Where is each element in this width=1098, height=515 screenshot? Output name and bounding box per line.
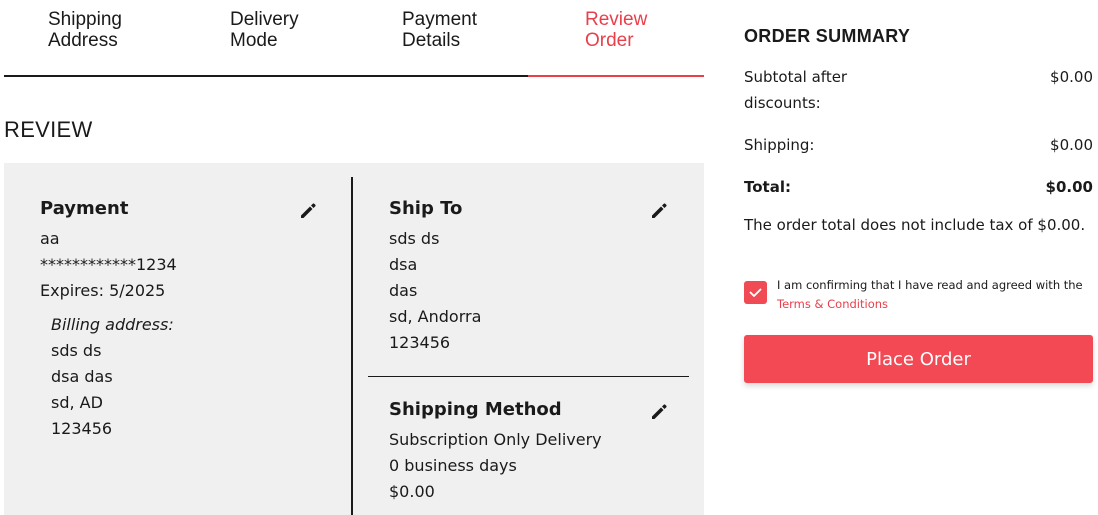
subtotal-row: Subtotal after discounts: $0.00 xyxy=(744,64,1093,116)
step-label-line2: Order xyxy=(585,30,634,51)
review-title: REVIEW xyxy=(4,117,93,142)
step-delivery-mode[interactable]: Delivery Mode xyxy=(230,9,299,51)
ship-to-line: sd, Andorra xyxy=(389,307,482,326)
terms-conditions-link[interactable]: Terms & Conditions xyxy=(777,295,1093,314)
edit-shipping-method-button[interactable] xyxy=(648,401,670,423)
step-label-line1: Shipping xyxy=(48,9,122,30)
ship-to-block: Ship To sds ds dsa das sd, Andorra 12345… xyxy=(389,198,481,356)
subtotal-label: Subtotal after discounts: xyxy=(744,64,847,116)
ship-to-heading: Ship To xyxy=(389,198,463,219)
checkout-steps: Shipping Address Delivery Mode Payment D… xyxy=(0,0,704,78)
total-label: Total: xyxy=(744,178,791,196)
subtotal-value: $0.00 xyxy=(1050,68,1093,86)
step-label-line1: Delivery xyxy=(230,9,299,30)
tax-note: The order total does not include tax of … xyxy=(744,216,1086,234)
shipping-value: $0.00 xyxy=(1050,136,1093,154)
payment-card-number: ************1234 xyxy=(40,255,177,274)
billing-line: dsa das xyxy=(51,367,113,386)
shipping-label: Shipping: xyxy=(744,136,815,154)
step-payment-details[interactable]: Payment Details xyxy=(402,9,477,51)
billing-line: 123456 xyxy=(51,419,113,438)
review-horizontal-divider xyxy=(368,376,689,377)
step-shipping-address[interactable]: Shipping Address xyxy=(48,9,122,51)
subtotal-label-line1: Subtotal after xyxy=(744,68,848,86)
step-review-order[interactable]: Review Order xyxy=(585,9,647,51)
payment-block: Payment aa ************1234 Expires: 5/2… xyxy=(40,198,177,442)
step-label-line2: Address xyxy=(48,30,118,51)
shipping-method-line: 0 business days xyxy=(389,456,517,475)
billing-line: sd, AD xyxy=(51,393,103,412)
pencil-icon xyxy=(301,203,316,218)
shipping-method-heading: Shipping Method xyxy=(389,399,562,420)
step-label-line2: Mode xyxy=(230,30,278,51)
payment-expiry: Expires: 5/2025 xyxy=(40,281,166,300)
checkmark-icon xyxy=(749,288,762,297)
shipping-method-block: Shipping Method Subscription Only Delive… xyxy=(389,399,602,505)
step-label-line1: Payment xyxy=(402,9,477,30)
step-label-line2: Details xyxy=(402,30,461,51)
terms-confirmation: I am confirming that I have read and agr… xyxy=(777,276,1093,314)
total-row: Total: $0.00 xyxy=(744,174,1093,200)
billing-address: Billing address: sds ds dsa das sd, AD 1… xyxy=(40,312,177,442)
ship-to-line: dsa xyxy=(389,255,418,274)
ship-to-line: das xyxy=(389,281,418,300)
terms-confirmation-text: I am confirming that I have read and agr… xyxy=(777,278,1083,292)
shipping-method-line: $0.00 xyxy=(389,482,435,501)
shipping-method-line: Subscription Only Delivery xyxy=(389,430,602,449)
ship-to-line: 123456 xyxy=(389,333,451,352)
step-label-line1: Review xyxy=(585,9,648,30)
ship-to-line: sds ds xyxy=(389,229,440,248)
billing-address-label: Billing address: xyxy=(51,315,174,334)
pencil-icon xyxy=(652,404,667,419)
order-summary-title: ORDER SUMMARY xyxy=(744,26,911,46)
total-value: $0.00 xyxy=(1045,178,1093,196)
review-vertical-divider xyxy=(351,177,353,515)
pencil-icon xyxy=(652,203,667,218)
edit-ship-to-button[interactable] xyxy=(648,200,670,222)
steps-active-indicator xyxy=(528,75,704,77)
steps-progress-line xyxy=(4,75,528,77)
payment-heading: Payment xyxy=(40,198,129,219)
place-order-button[interactable]: Place Order xyxy=(744,335,1093,383)
payment-name: aa xyxy=(40,229,60,248)
shipping-row: Shipping: $0.00 xyxy=(744,132,1093,158)
terms-checkbox[interactable] xyxy=(744,281,767,304)
billing-line: sds ds xyxy=(51,341,102,360)
edit-payment-button[interactable] xyxy=(297,200,319,222)
subtotal-label-line2: discounts: xyxy=(744,94,821,112)
